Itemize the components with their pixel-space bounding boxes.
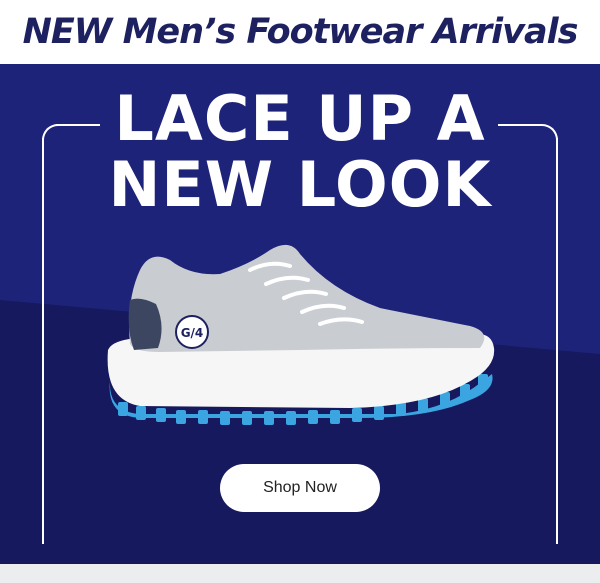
shop-now-button[interactable]: Shop Now	[220, 464, 380, 512]
bottom-strip	[0, 564, 600, 583]
top-banner: NEW Men’s Footwear Arrivals	[0, 0, 600, 64]
svg-text:G/4: G/4	[181, 326, 204, 340]
email-page: NEW Men’s Footwear Arrivals LACE UP A NE…	[0, 0, 600, 583]
hero-section[interactable]: LACE UP A NEW LOOK G/4 Shop Now	[0, 64, 600, 564]
hero-headline: LACE UP A NEW LOOK	[0, 86, 600, 218]
headline-line-1: LACE UP A	[114, 82, 486, 155]
headline-line-2: NEW LOOK	[108, 148, 492, 221]
banner-title: NEW Men’s Footwear Arrivals	[22, 12, 579, 52]
golf-shoe-icon: G/4	[107, 244, 495, 425]
product-image[interactable]: G/4	[100, 230, 500, 500]
